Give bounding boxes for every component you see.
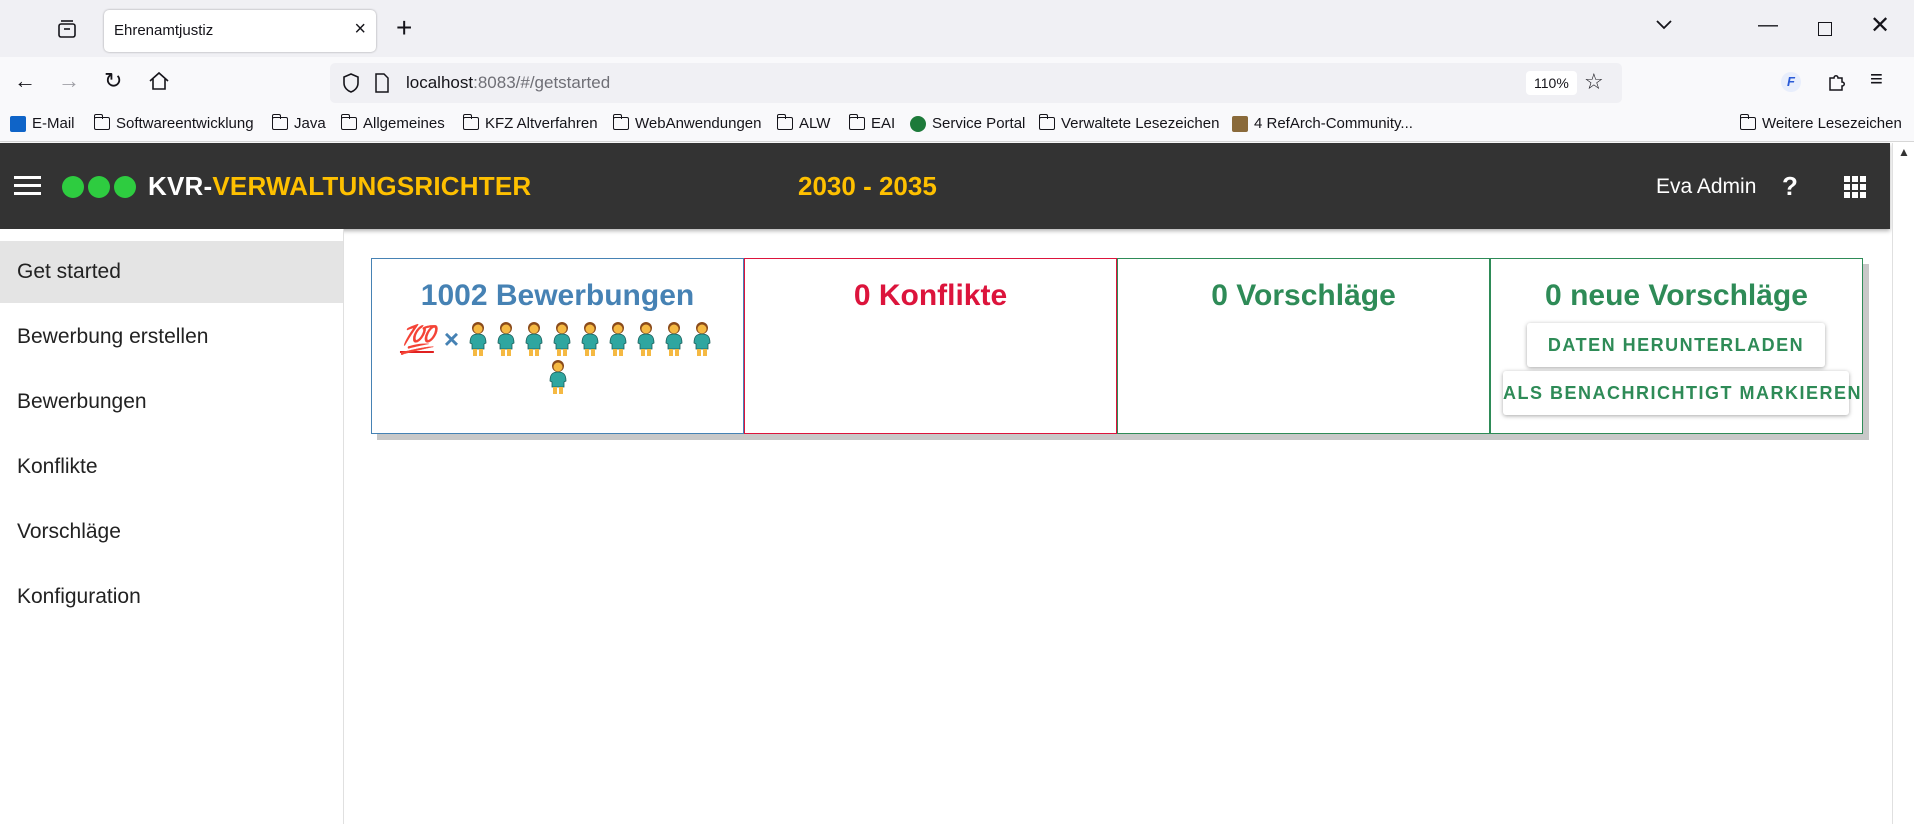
bewerbungen-visual: 💯 × [372, 321, 743, 395]
period-label: 2030 - 2035 [798, 171, 937, 201]
tab-list-icon[interactable] [56, 18, 78, 40]
sidebar-item-konfiguration[interactable]: Konfiguration [0, 566, 343, 628]
bookmark-email[interactable]: E-Mail [10, 115, 75, 132]
menu-icon[interactable]: ≡ [1870, 67, 1883, 91]
bookmark-refarch-community[interactable]: 4 RefArch-Community... [1232, 115, 1413, 132]
outlook-icon [10, 115, 26, 132]
neue-vorschlaege-count: 0 neue Vorschläge [1545, 279, 1808, 312]
window-close-icon[interactable]: ✕ [1870, 14, 1890, 38]
user-name[interactable]: Eva Admin [1656, 175, 1756, 199]
bookmark-weitere-lesezeichen[interactable]: Weitere Lesezeichen [1739, 114, 1902, 132]
folder-icon [271, 114, 288, 130]
sidebar-item-get-started[interactable]: Get started [0, 241, 343, 303]
mark-notified-button[interactable]: ALS BENACHRICHTIGT MARKIEREN [1503, 371, 1861, 415]
sidebar-item-bewerbung-erstellen[interactable]: Bewerbung erstellen [0, 306, 343, 368]
folder-icon [340, 114, 357, 130]
back-icon[interactable]: ← [14, 69, 36, 93]
sidebar-item-bewerbungen[interactable]: Bewerbungen [0, 371, 343, 433]
help-icon[interactable]: ? [1782, 171, 1798, 202]
person-icon [549, 360, 566, 394]
reload-icon[interactable]: ↻ [104, 69, 122, 93]
app-header: KVR-VERWALTUNGSRICHTER 2030 - 2035 Eva A… [0, 143, 1890, 229]
times-sign: × [443, 323, 460, 354]
person-icon [637, 322, 655, 356]
bookmark-allgemeines[interactable]: Allgemeines [340, 114, 445, 132]
person-icon [665, 322, 683, 356]
hamburger-menu-icon[interactable] [14, 176, 41, 196]
bookmark-java[interactable]: Java [271, 114, 326, 132]
konflikte-card[interactable]: 0 Konflikte [744, 258, 1117, 434]
chevron-down-icon[interactable] [1654, 18, 1674, 32]
bookmark-verwaltete-lesezeichen[interactable]: Verwaltete Lesezeichen [1038, 114, 1219, 132]
folder-icon [1038, 114, 1055, 130]
hundred-emoji-icon: 💯 [399, 323, 435, 355]
clipboard-icon [1232, 115, 1248, 132]
window-minimize-icon[interactable]: — [1758, 14, 1778, 37]
sidebar-item-konflikte[interactable]: Konflikte [0, 436, 343, 498]
brand-dots-logo [62, 176, 136, 198]
folder-icon [462, 114, 479, 130]
scroll-up-arrow-icon[interactable]: ▲ [1898, 145, 1910, 159]
browser-tab-bar: Ehrenamtjustiz × + — ✕ [0, 0, 1914, 57]
bookmark-eai[interactable]: EAI [848, 114, 895, 132]
folder-icon [848, 114, 865, 130]
download-data-button[interactable]: DATEN HERUNTERLADEN [1527, 323, 1825, 367]
stats-panel: 1002 Bewerbungen 💯 × 0 Konflikte 0 Vorsc… [371, 258, 1869, 440]
sidebar-nav: Get started Bewerbung erstellen Bewerbun… [0, 229, 344, 824]
bookmark-kfz-altverfahren[interactable]: KFZ Altverfahren [462, 114, 598, 132]
person-icon [525, 322, 543, 356]
window-maximize-icon[interactable] [1818, 22, 1832, 36]
brand-dot [62, 176, 84, 198]
person-icon [693, 322, 711, 356]
page-icon[interactable] [374, 73, 390, 93]
bookmark-service-portal[interactable]: Service Portal [910, 115, 1025, 132]
person-icon [609, 322, 627, 356]
home-icon[interactable] [148, 71, 170, 91]
app-brand-title: KVR-VERWALTUNGSRICHTER [148, 171, 532, 201]
person-icon [469, 322, 487, 356]
neue-vorschlaege-card: 0 neue Vorschläge DATEN HERUNTERLADEN AL… [1490, 258, 1863, 434]
vorschlaege-count: 0 Vorschläge [1211, 279, 1396, 312]
extension-f-icon[interactable]: F [1781, 72, 1801, 92]
bewerbungen-card[interactable]: 1002 Bewerbungen 💯 × [371, 258, 744, 434]
person-icon [581, 322, 599, 356]
folder-icon [93, 114, 110, 130]
shield-icon[interactable] [342, 72, 360, 94]
person-icon [553, 322, 571, 356]
forward-icon[interactable]: → [58, 69, 80, 93]
url-text[interactable]: localhost:8083/#/getstarted [406, 73, 610, 93]
extensions-puzzle-icon[interactable] [1826, 70, 1848, 92]
address-bar[interactable]: localhost:8083/#/getstarted 110% ☆ [330, 63, 1622, 103]
bookmark-webanwendungen[interactable]: WebAnwendungen [612, 114, 762, 132]
tab-title: Ehrenamtjustiz [114, 22, 214, 39]
bookmarks-toolbar: E-Mail Softwareentwicklung Java Allgemei… [0, 108, 1914, 142]
service-portal-icon [910, 115, 926, 132]
bookmark-softwareentwicklung[interactable]: Softwareentwicklung [93, 114, 254, 132]
brand-dot [114, 176, 136, 198]
browser-nav-bar: ← → ↻ localhost:8083/#/getstarted 110% ☆… [0, 57, 1914, 108]
konflikte-count: 0 Konflikte [853, 279, 1008, 312]
apps-grid-icon[interactable] [1844, 176, 1866, 198]
sidebar-item-vorschlaege[interactable]: Vorschläge [0, 501, 343, 563]
folder-icon [1739, 114, 1756, 130]
brand-dot [88, 176, 110, 198]
folder-icon [612, 114, 629, 130]
new-tab-icon[interactable]: + [396, 14, 412, 42]
bookmark-alw[interactable]: ALW [776, 114, 830, 132]
person-icon [497, 322, 515, 356]
folder-icon [776, 114, 793, 130]
zoom-level[interactable]: 110% [1526, 71, 1577, 95]
browser-tab[interactable]: Ehrenamtjustiz × [104, 10, 376, 52]
tab-close-icon[interactable]: × [354, 19, 366, 39]
bewerbungen-count: 1002 Bewerbungen [420, 279, 695, 312]
page-scrollbar[interactable]: ▲ [1892, 143, 1914, 824]
vorschlaege-card[interactable]: 0 Vorschläge [1117, 258, 1490, 434]
bookmark-star-icon[interactable]: ☆ [1584, 69, 1604, 95]
